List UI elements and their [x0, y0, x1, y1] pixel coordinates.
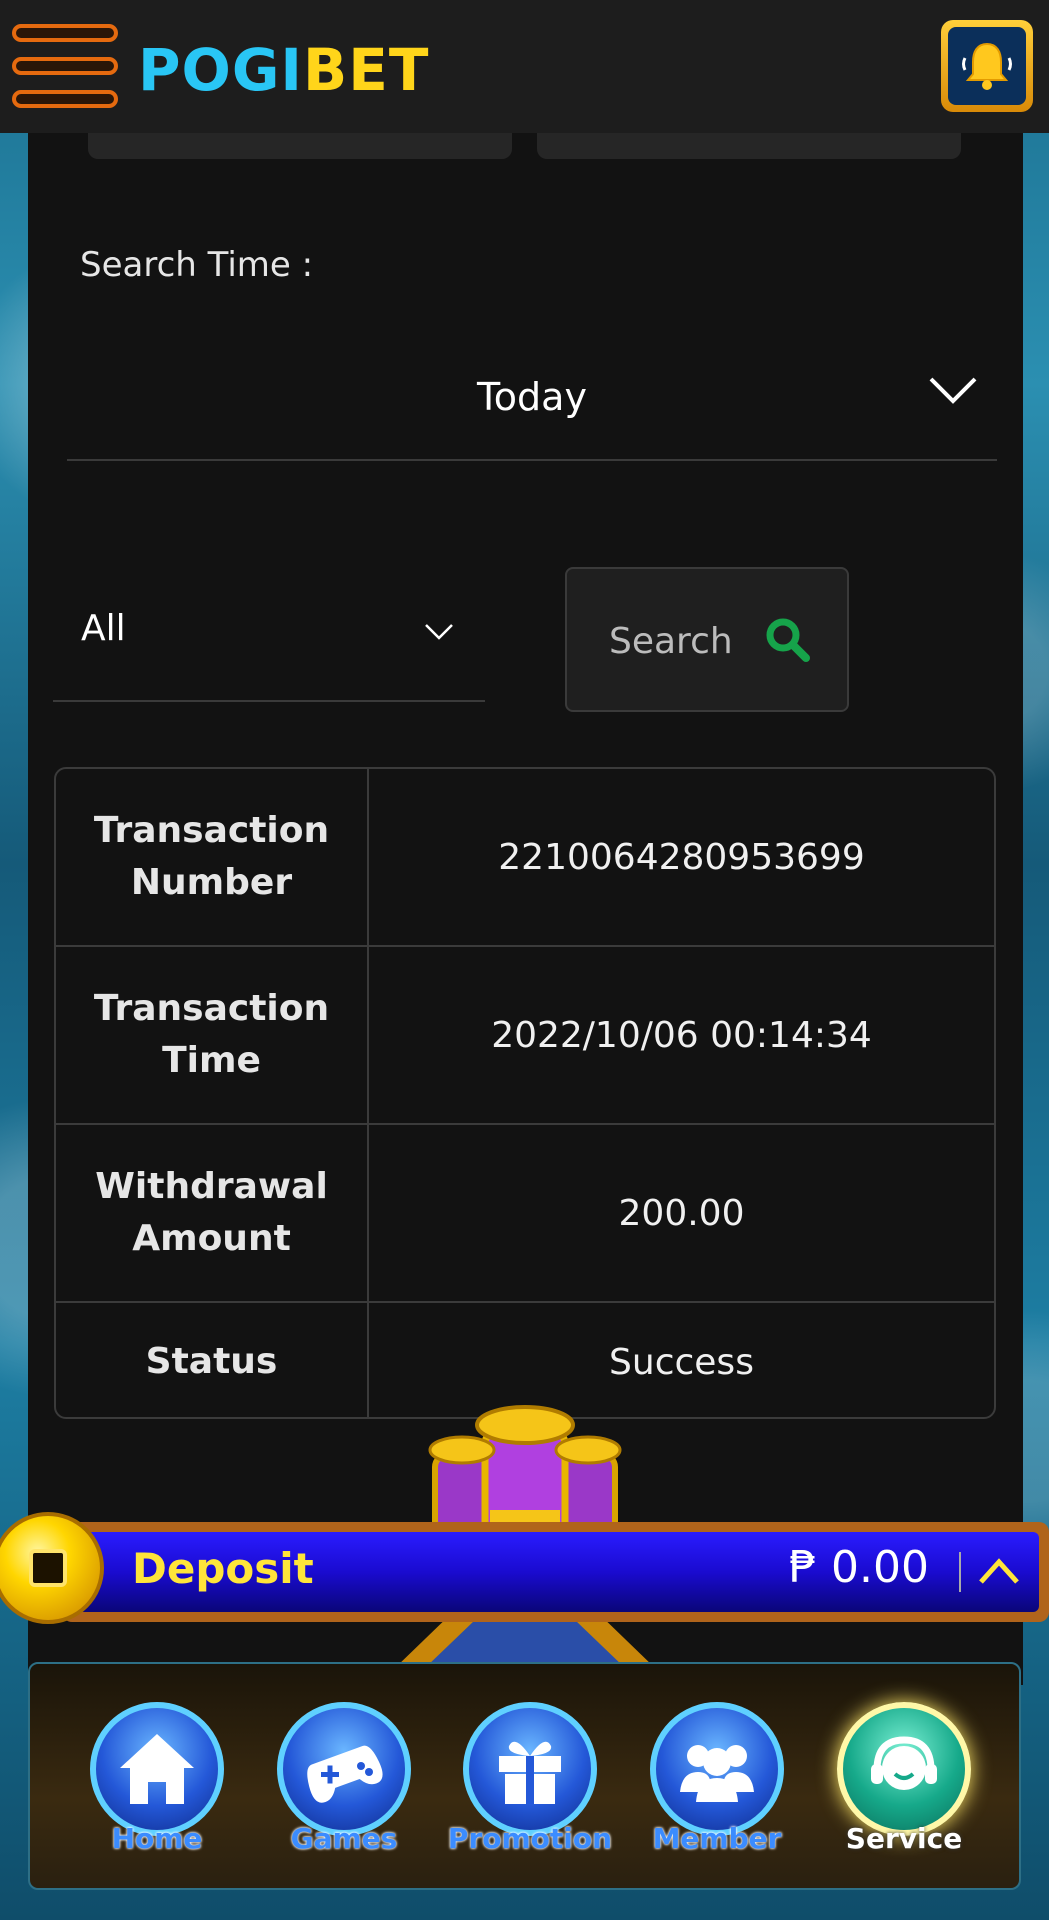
table-row: Transaction Number 2210064280953699 — [56, 769, 994, 947]
search-button[interactable]: Search — [565, 567, 849, 712]
nav-member-label: Member — [652, 1822, 782, 1855]
transaction-time-value: 2022/10/06 00:14:34 — [491, 1014, 872, 1056]
nav-games[interactable]: Games — [269, 1702, 419, 1872]
search-icon — [766, 618, 810, 662]
withdrawal-amount-value: 200.00 — [618, 1192, 745, 1234]
users-icon — [680, 1745, 754, 1802]
nav-promotion[interactable]: Promotion — [448, 1702, 612, 1872]
table-row: Transaction Time 2022/10/06 00:14:34 — [56, 947, 994, 1125]
gamepad-icon — [307, 1745, 383, 1803]
wallet-balance: ₱ 0.00 — [789, 1542, 929, 1593]
chevron-down-icon — [425, 624, 453, 640]
search-button-label: Search — [609, 621, 733, 662]
row-label: Status — [56, 1303, 369, 1417]
chevron-up-icon[interactable] — [977, 1554, 1021, 1588]
row-label: Transaction Number — [56, 769, 369, 945]
notification-button[interactable] — [941, 20, 1033, 112]
table-row: Withdrawal Amount 200.00 — [56, 1125, 994, 1303]
date-range-select[interactable]: Today — [67, 355, 997, 461]
hamburger-icon[interactable] — [12, 20, 122, 112]
nav-service-label: Service — [845, 1822, 963, 1855]
nav-home-label: Home — [111, 1822, 203, 1855]
headset-icon — [871, 1736, 937, 1790]
previous-field-right[interactable] — [537, 133, 961, 159]
transaction-type-select[interactable]: All — [53, 582, 485, 702]
nav-member[interactable]: Member — [642, 1702, 792, 1872]
deposit-bar[interactable]: Deposit ₱ 0.00 — [62, 1522, 1049, 1622]
row-label: Transaction Time — [56, 947, 369, 1123]
deposit-label: Deposit — [132, 1544, 314, 1593]
nav-home[interactable]: Home — [82, 1702, 232, 1872]
brand-logo[interactable]: POGIBET — [138, 36, 429, 104]
top-header: POGIBET — [0, 0, 1049, 133]
separator — [959, 1552, 961, 1592]
nav-promotion-label: Promotion — [447, 1822, 613, 1855]
nav-games-label: Games — [290, 1822, 398, 1855]
bell-icon — [962, 42, 1012, 90]
transaction-table: Transaction Number 2210064280953699 Tran… — [54, 767, 996, 1419]
date-range-value: Today — [477, 375, 587, 419]
chevron-down-icon — [929, 377, 977, 404]
transaction-type-value: All — [81, 608, 126, 649]
row-label: Withdrawal Amount — [56, 1125, 369, 1301]
search-time-label: Search Time : — [80, 245, 314, 285]
bottom-navigation: Home Games Promotion Member Service — [28, 1662, 1021, 1890]
previous-field-left[interactable] — [88, 133, 512, 159]
transaction-number-value: 2210064280953699 — [498, 836, 865, 878]
home-icon — [120, 1734, 194, 1804]
gift-icon — [499, 1741, 561, 1804]
nav-service[interactable]: Service — [829, 1702, 979, 1872]
